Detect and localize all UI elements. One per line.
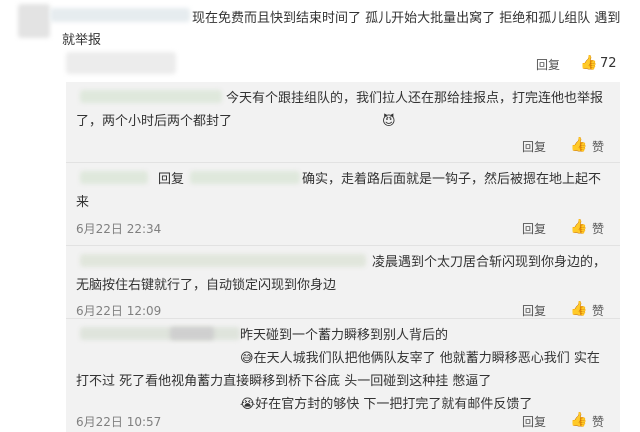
emoji-icon: 😅 bbox=[240, 351, 254, 366]
reply-button[interactable]: 回复 bbox=[522, 220, 546, 237]
reply-item: 昨天碰到一个蓄力瞬移到别人背后的😅在天人城我们队把他俩队友宰了 他就蓄力瞬移恶心… bbox=[66, 319, 620, 432]
blurred-area bbox=[66, 52, 176, 74]
reply-button[interactable]: 回复 bbox=[522, 413, 546, 430]
reply-text: 凌晨遇到个太刀居合斩闪现到你身边的，无脑按住右键就行了，自动锁定闪现到你身边 bbox=[76, 255, 607, 293]
timestamp: 6月22日 12:09 bbox=[76, 304, 162, 318]
like-button[interactable]: 赞 bbox=[592, 220, 604, 237]
timestamp: 6月22日 22:34 bbox=[76, 222, 162, 236]
like-button[interactable]: 赞 bbox=[592, 138, 604, 155]
reply-text: 昨天碰到一个蓄力瞬移到别人背后的😅在天人城我们队把他俩队友宰了 他就蓄力瞬移恶心… bbox=[76, 324, 606, 416]
timestamp: 6月22日 10:57 bbox=[76, 415, 162, 429]
reply-item: 回复 确实，走着路后面就是一钩子，然后被摁在地上起不来 6月22日 22:34 … bbox=[66, 163, 620, 253]
thumb-up-icon[interactable]: 👍 bbox=[570, 301, 587, 317]
like-button[interactable]: 赞 bbox=[592, 302, 604, 319]
main-reply-button[interactable]: 回复 bbox=[536, 56, 560, 73]
reply-button[interactable]: 回复 bbox=[522, 302, 546, 319]
reply-item: 凌晨遇到个太刀居合斩闪现到你身边的，无脑按住右键就行了，自动锁定闪现到你身边 6… bbox=[66, 246, 620, 320]
replies-section: 今天有个跟挂组队的，我们拉人还在那给挂报点，打完连他也举报了，两个小时后两个都封… bbox=[66, 82, 620, 432]
like-button[interactable]: 赞 bbox=[592, 413, 604, 430]
thumb-up-icon[interactable]: 👍 bbox=[580, 55, 597, 71]
reply-item: 今天有个跟挂组队的，我们拉人还在那给挂报点，打完连他也举报了，两个小时后两个都封… bbox=[66, 82, 620, 162]
main-comment-text: 现在免费而且快到结束时间了 孤儿开始大批量出窝了 拒绝和孤儿组队 遇到就举报 bbox=[62, 11, 621, 48]
thumb-up-icon[interactable]: 👍 bbox=[570, 219, 587, 235]
reply-button[interactable]: 回复 bbox=[522, 138, 546, 155]
thumb-up-icon[interactable]: 👍 bbox=[570, 137, 587, 153]
reply-text: 确实，走着路后面就是一钩子，然后被摁在地上起不来 bbox=[76, 172, 602, 210]
thumb-up-icon[interactable]: 👍 bbox=[570, 412, 587, 428]
avatar[interactable] bbox=[18, 4, 50, 38]
like-count: 72 bbox=[600, 56, 617, 71]
emoji-icon: 😈 bbox=[382, 114, 396, 129]
reply-text: 今天有个跟挂组队的，我们拉人还在那给挂报点，打完连他也举报了，两个小时后两个都封… bbox=[76, 87, 606, 133]
